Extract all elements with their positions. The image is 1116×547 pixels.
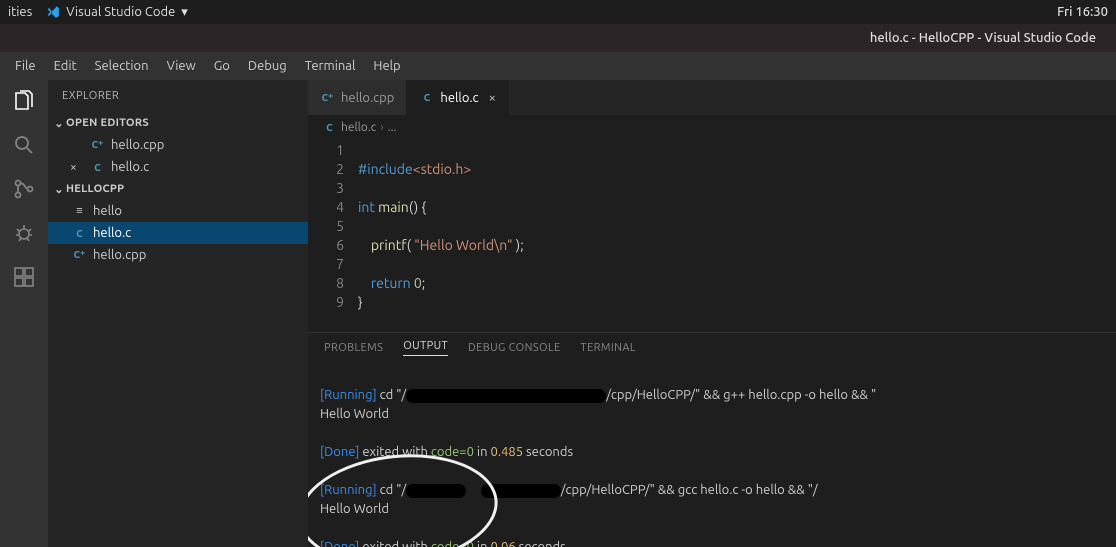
- open-editor-item[interactable]: × C hello.c: [48, 156, 308, 178]
- open-editor-item[interactable]: C⁺ hello.cpp: [48, 134, 308, 156]
- workspace-item-label: hello.c: [93, 226, 131, 240]
- workspace-item-label: hello.cpp: [93, 248, 146, 262]
- redacted-path: [406, 484, 466, 498]
- workspace-item-label: hello: [93, 204, 122, 218]
- panel-tab-output[interactable]: OUTPUT: [403, 340, 448, 356]
- panel-tabs: PROBLEMS OUTPUT DEBUG CONSOLE TERMINAL: [308, 333, 1116, 363]
- output-result: Hello World: [320, 407, 389, 421]
- tab-label: hello.c: [440, 91, 478, 105]
- output-result: Hello World: [320, 502, 389, 516]
- bottom-panel: PROBLEMS OUTPUT DEBUG CONSOLE TERMINAL […: [308, 332, 1116, 547]
- dropdown-icon: ▾: [181, 5, 188, 20]
- chevron-down-icon: ⌄: [52, 117, 66, 130]
- cpp-file-icon: C⁺: [320, 90, 335, 105]
- tab-hello-cpp[interactable]: C⁺ hello.cpp: [308, 80, 407, 115]
- workspace-item[interactable]: ≡ hello: [48, 200, 308, 222]
- source-control-icon[interactable]: [11, 176, 37, 202]
- menu-debug[interactable]: Debug: [239, 57, 296, 75]
- editor-zone: C⁺ hello.cpp C hello.c × C hello.c › ...…: [308, 80, 1116, 547]
- open-editors-label: OPEN EDITORS: [66, 117, 149, 129]
- panel-tab-problems[interactable]: PROBLEMS: [324, 342, 383, 354]
- extensions-icon[interactable]: [11, 264, 37, 290]
- code-editor[interactable]: 1 2 3 4 5 6 7 8 9 #include<stdio.h> int …: [308, 139, 1116, 332]
- explorer-icon[interactable]: [11, 88, 37, 114]
- output-running-tag: [Running]: [320, 483, 377, 497]
- menu-bar: File Edit Selection View Go Debug Termin…: [0, 52, 1116, 80]
- menu-help[interactable]: Help: [364, 57, 409, 75]
- app-menu-label: Visual Studio Code: [66, 5, 175, 19]
- breadcrumb-rest: ...: [388, 121, 397, 134]
- open-editor-label: hello.cpp: [111, 138, 164, 152]
- workspace-item[interactable]: C⁺ hello.cpp: [48, 244, 308, 266]
- cpp-file-icon: C⁺: [72, 248, 87, 263]
- panel-tab-terminal[interactable]: TERMINAL: [581, 342, 636, 354]
- c-file-icon: C: [322, 120, 337, 135]
- activity-bar: [0, 80, 48, 547]
- panel-tab-debug-console[interactable]: DEBUG CONSOLE: [468, 342, 561, 354]
- c-file-icon: C: [72, 226, 87, 241]
- window-title: hello.c - HelloCPP - Visual Studio Code: [870, 31, 1096, 45]
- redacted-path: [406, 389, 606, 403]
- output-running-tag: [Running]: [320, 388, 377, 402]
- activities-button[interactable]: ities: [8, 5, 32, 19]
- code-content[interactable]: #include<stdio.h> int main() { printf( "…: [358, 139, 1116, 332]
- menu-file[interactable]: File: [6, 57, 45, 75]
- app-menu[interactable]: Visual Studio Code ▾: [46, 5, 188, 20]
- editor-tabs: C⁺ hello.cpp C hello.c ×: [308, 80, 1116, 115]
- open-editor-label: hello.c: [111, 160, 149, 174]
- explorer-sidebar: EXPLORER ⌄ OPEN EDITORS C⁺ hello.cpp × C…: [48, 80, 308, 547]
- open-editors-header[interactable]: ⌄ OPEN EDITORS: [48, 112, 308, 134]
- workspace-item[interactable]: C hello.c: [48, 222, 308, 244]
- output-done-tag: [Done]: [320, 540, 359, 547]
- debug-icon[interactable]: [11, 220, 37, 246]
- line-gutter: 1 2 3 4 5 6 7 8 9: [308, 139, 358, 332]
- menu-selection[interactable]: Selection: [86, 57, 158, 75]
- explorer-title: EXPLORER: [48, 80, 308, 112]
- menu-view[interactable]: View: [158, 57, 205, 75]
- redacted-path: [481, 484, 561, 498]
- breadcrumb[interactable]: C hello.c › ...: [308, 115, 1116, 139]
- clock: Fri 16:30: [1057, 5, 1108, 19]
- chevron-down-icon: ⌄: [52, 183, 66, 196]
- vscode-icon: [46, 5, 60, 19]
- breadcrumb-file: hello.c: [341, 121, 376, 134]
- workspace-header[interactable]: ⌄ HELLOCPP: [48, 178, 308, 200]
- close-icon[interactable]: ×: [489, 91, 496, 105]
- window-titlebar: hello.c - HelloCPP - Visual Studio Code: [0, 24, 1116, 52]
- chevron-right-icon: ›: [380, 121, 383, 134]
- tab-label: hello.cpp: [341, 91, 394, 105]
- output-done-tag: [Done]: [320, 445, 359, 459]
- workspace-label: HELLOCPP: [66, 183, 124, 195]
- menu-go[interactable]: Go: [205, 57, 239, 75]
- binary-file-icon: ≡: [72, 204, 87, 219]
- c-file-icon: C: [90, 160, 105, 175]
- cpp-file-icon: C⁺: [90, 138, 105, 153]
- close-icon[interactable]: ×: [70, 161, 84, 174]
- search-icon[interactable]: [11, 132, 37, 158]
- tab-hello-c[interactable]: C hello.c ×: [407, 80, 509, 115]
- menu-terminal[interactable]: Terminal: [296, 57, 365, 75]
- output-panel[interactable]: [Running] cd "//cpp/HelloCPP/" && g++ he…: [308, 363, 1116, 547]
- gnome-topbar: ities Visual Studio Code ▾ Fri 16:30: [0, 0, 1116, 24]
- menu-edit[interactable]: Edit: [45, 57, 86, 75]
- c-file-icon: C: [419, 90, 434, 105]
